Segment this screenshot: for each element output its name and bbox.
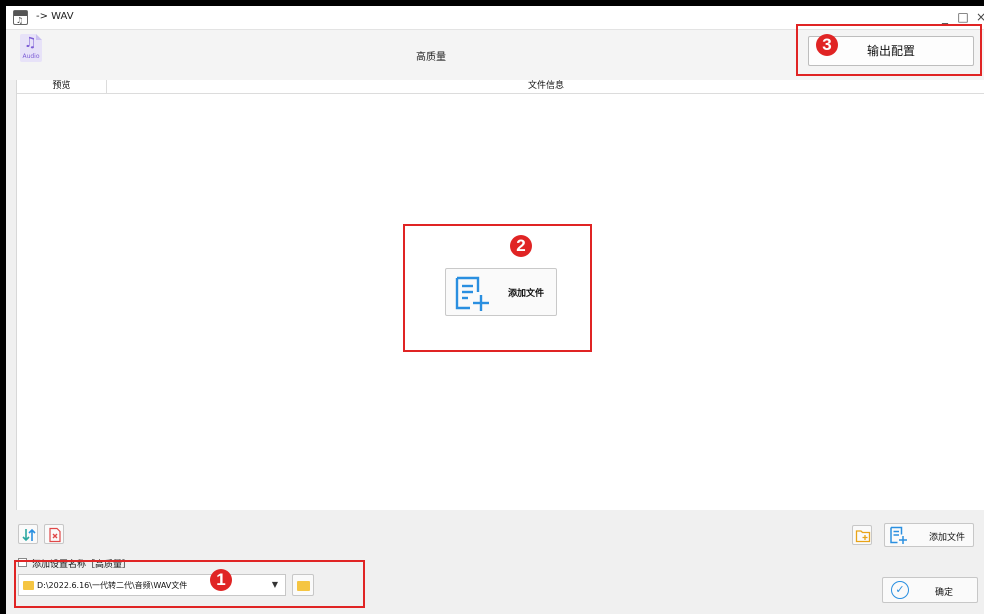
window-title: -> WAV — [36, 11, 74, 22]
annotation-frame-1 — [14, 560, 365, 608]
remove-file-icon — [49, 527, 61, 543]
column-header-preview: 预览 — [17, 80, 107, 93]
check-circle-icon: ✓ — [891, 581, 909, 599]
audio-icon-label: Audio — [22, 53, 40, 60]
app-icon: ♫ — [13, 10, 28, 25]
audio-format-icon: ♫ Audio — [20, 34, 42, 62]
sort-button[interactable] — [18, 524, 38, 544]
preset-title: 高质量 — [416, 52, 446, 63]
annotation-badge-1: 1 — [210, 569, 232, 591]
column-header-file-info: 文件信息 — [527, 81, 564, 91]
confirm-label: 确定 — [935, 588, 954, 598]
add-folder-icon — [855, 530, 871, 543]
add-file-label: 添加文件 — [929, 533, 966, 543]
remove-file-button[interactable] — [44, 524, 64, 544]
annotation-badge-2: 2 — [510, 235, 532, 257]
confirm-button[interactable]: ✓ 确定 — [882, 577, 978, 603]
sort-icon — [22, 528, 36, 542]
app-icon-glyph: ♫ — [16, 16, 24, 25]
file-list-header: 预览 文件信息 — [17, 80, 984, 94]
music-note-icon: ♫ — [24, 35, 37, 51]
add-file-button[interactable]: 添加文件 — [884, 523, 974, 547]
annotation-badge-3: 3 — [816, 34, 838, 56]
add-file-icon — [890, 526, 907, 544]
annotation-frame-2 — [403, 224, 592, 352]
add-folder-button[interactable] — [852, 525, 872, 545]
